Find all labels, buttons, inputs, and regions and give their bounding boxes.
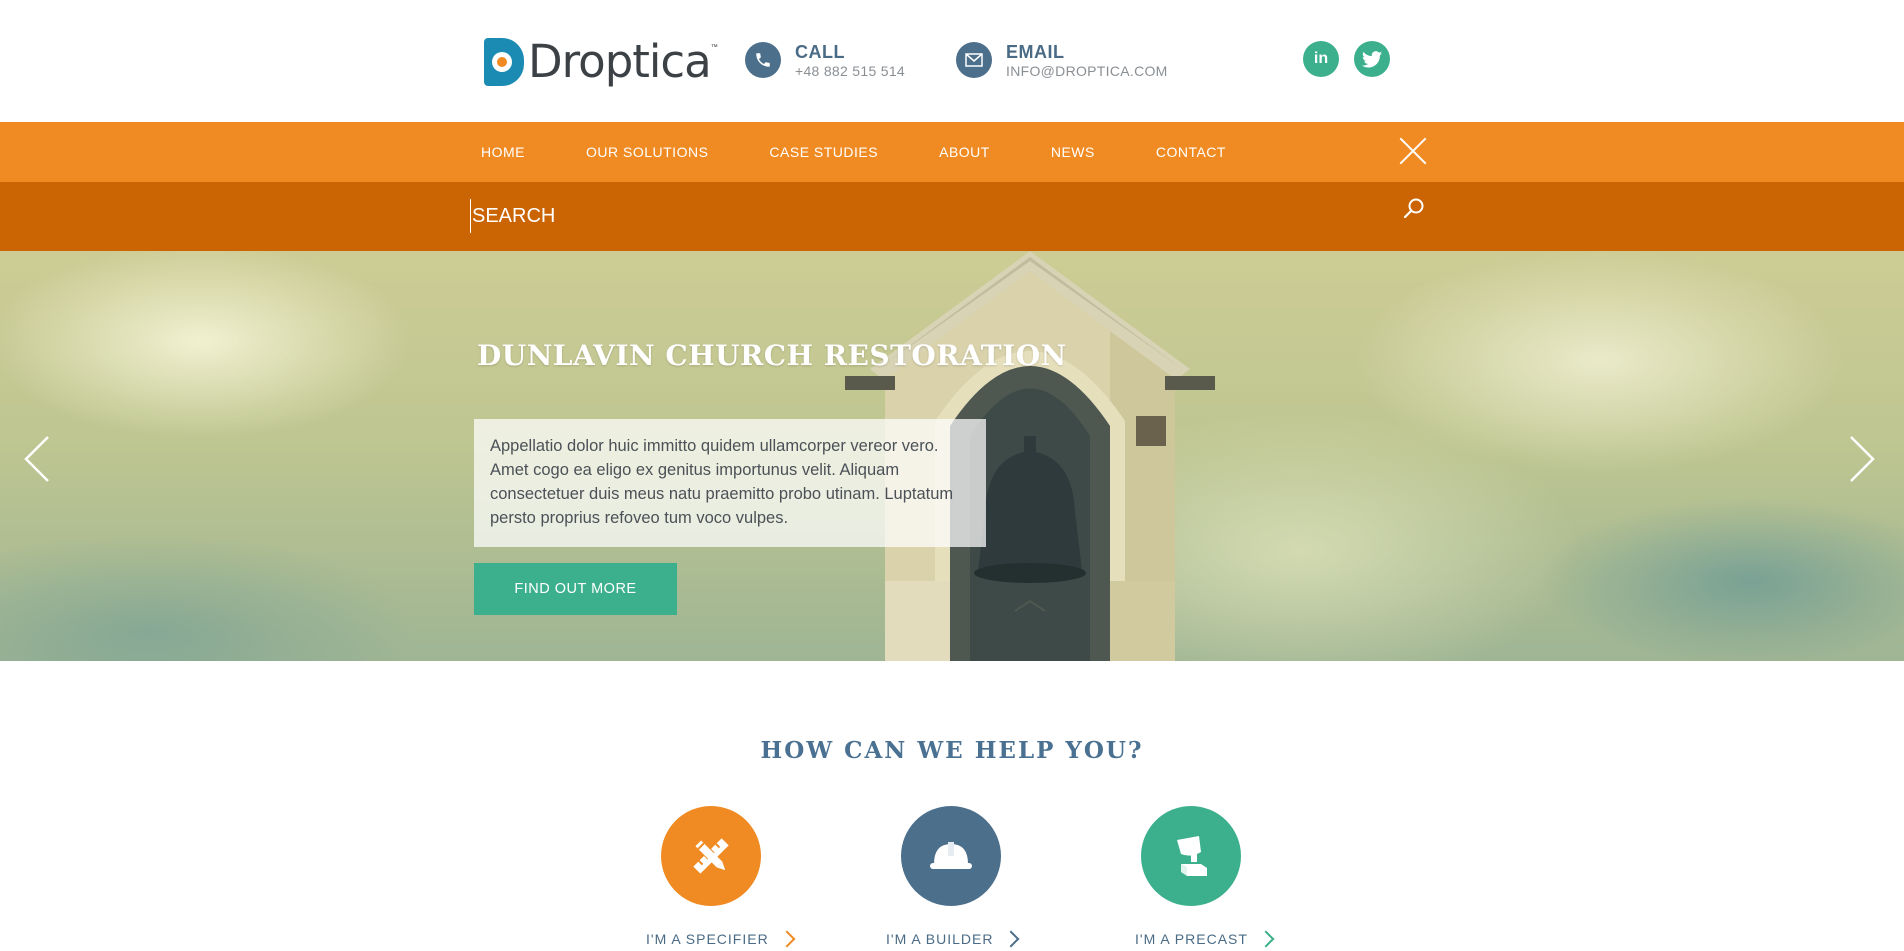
envelope-icon — [956, 42, 992, 78]
droptica-logo[interactable]: Droptica ™ — [484, 38, 718, 86]
chevron-right-icon — [778, 930, 796, 948]
contact-email[interactable]: EMAIL INFO@DROPTICA.COM — [956, 42, 1168, 80]
precast-label: I'M A PRECAST — [1135, 931, 1248, 947]
email-label: EMAIL — [1006, 42, 1065, 62]
nav-item-about[interactable]: ABOUT — [939, 144, 990, 160]
nav-item-contact[interactable]: CONTACT — [1156, 144, 1226, 160]
linkedin-text: in — [1313, 50, 1329, 67]
nav-item-case-studies[interactable]: CASE STUDIES — [769, 144, 878, 160]
logo-trademark: ™ — [710, 44, 718, 51]
search-icon[interactable] — [1403, 197, 1425, 219]
specifier-link[interactable]: I'M A SPECIFIER — [646, 930, 796, 948]
specifier-service-button[interactable] — [661, 806, 761, 906]
main-nav: HOME OUR SOLUTIONS CASE STUDIES ABOUT NE… — [0, 122, 1904, 182]
hero-title: DUNLAVIN CHURCH RESTORATION — [477, 339, 1067, 372]
hero-description-box: Appellatio dolor huic immitto quidem ull… — [474, 419, 986, 547]
bucket-pour-icon — [1177, 836, 1207, 876]
phone-number[interactable]: +48 882 515 514 — [795, 62, 905, 80]
search-bar — [0, 182, 1904, 251]
chevron-left-icon[interactable] — [22, 435, 52, 483]
builder-service-button[interactable] — [901, 806, 1001, 906]
phone-icon — [745, 42, 781, 78]
linkedin-icon[interactable]: in — [1303, 41, 1339, 77]
builder-label: I'M A BUILDER — [886, 931, 994, 947]
precast-link[interactable]: I'M A PRECAST — [1135, 930, 1275, 948]
nav-item-home[interactable]: HOME — [481, 144, 525, 160]
close-icon[interactable] — [1398, 136, 1428, 166]
nav-item-news[interactable]: NEWS — [1051, 144, 1095, 160]
chevron-right-icon — [1257, 930, 1275, 948]
pencil-ruler-icon — [693, 838, 729, 874]
email-address[interactable]: INFO@DROPTICA.COM — [1006, 62, 1168, 80]
call-label: CALL — [795, 42, 845, 62]
hero-slider: DUNLAVIN CHURCH RESTORATION Appellatio d… — [0, 251, 1904, 661]
site-header: Droptica ™ CALL +48 882 515 514 EMAIL IN… — [0, 0, 1904, 122]
twitter-icon[interactable] — [1354, 41, 1390, 77]
builder-link[interactable]: I'M A BUILDER — [886, 930, 1020, 948]
hero-description: Appellatio dolor huic immitto quidem ull… — [490, 437, 954, 527]
specifier-label: I'M A SPECIFIER — [646, 931, 769, 947]
find-out-more-button[interactable]: FIND OUT MORE — [474, 563, 677, 615]
logo-mark-icon — [484, 38, 524, 86]
nav-item-our-solutions[interactable]: OUR SOLUTIONS — [586, 144, 708, 160]
logo-text: Droptica — [528, 35, 712, 88]
precast-service-button[interactable] — [1141, 806, 1241, 906]
hard-hat-icon — [930, 842, 972, 869]
contact-call[interactable]: CALL +48 882 515 514 — [745, 42, 905, 80]
search-input[interactable] — [470, 199, 1370, 233]
help-section-title: HOW CAN WE HELP YOU? — [760, 737, 1144, 764]
chevron-right-icon — [1002, 930, 1020, 948]
chevron-right-icon[interactable] — [1847, 435, 1877, 483]
